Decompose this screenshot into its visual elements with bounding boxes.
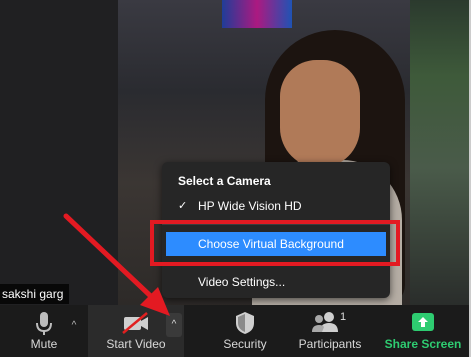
chevron-up-icon[interactable]: ^ [68, 319, 80, 333]
mute-label: Mute [30, 337, 58, 351]
menu-item-label: HP Wide Vision HD [198, 199, 302, 213]
mute-button[interactable]: Mute [14, 305, 74, 357]
people-icon [312, 312, 339, 332]
share-screen-button[interactable]: Share Screen [382, 305, 464, 357]
participants-count: 1 [340, 311, 347, 323]
background-wall [0, 0, 118, 305]
meeting-toolbar: Mute ^ Start Video ^ Security Participan… [0, 305, 471, 357]
start-video-label: Start Video [106, 337, 166, 351]
security-button[interactable]: Security [210, 305, 280, 357]
menu-item-hp-wide-vision[interactable]: ✓ HP Wide Vision HD [162, 194, 390, 218]
security-label: Security [223, 337, 267, 351]
background-sign [222, 0, 292, 28]
background-plants [410, 0, 471, 305]
microphone-icon [36, 312, 52, 335]
shield-icon [236, 312, 254, 334]
video-camera-off-icon [122, 312, 148, 334]
share-screen-icon [412, 313, 434, 331]
chevron-up-icon[interactable]: ^ [166, 313, 182, 337]
share-screen-label: Share Screen [384, 337, 462, 351]
participant-name-tag: sakshi garg [0, 284, 70, 304]
participants-button[interactable]: Participants [292, 305, 368, 357]
camera-menu-heading: Select a Camera [178, 174, 271, 188]
participants-label: Participants [298, 337, 362, 351]
menu-item-label: Video Settings... [198, 275, 286, 289]
highlight-box [150, 220, 400, 266]
menu-item-video-settings[interactable]: Video Settings... [162, 270, 390, 294]
checkmark-icon: ✓ [178, 200, 188, 212]
participant-face [280, 60, 360, 168]
